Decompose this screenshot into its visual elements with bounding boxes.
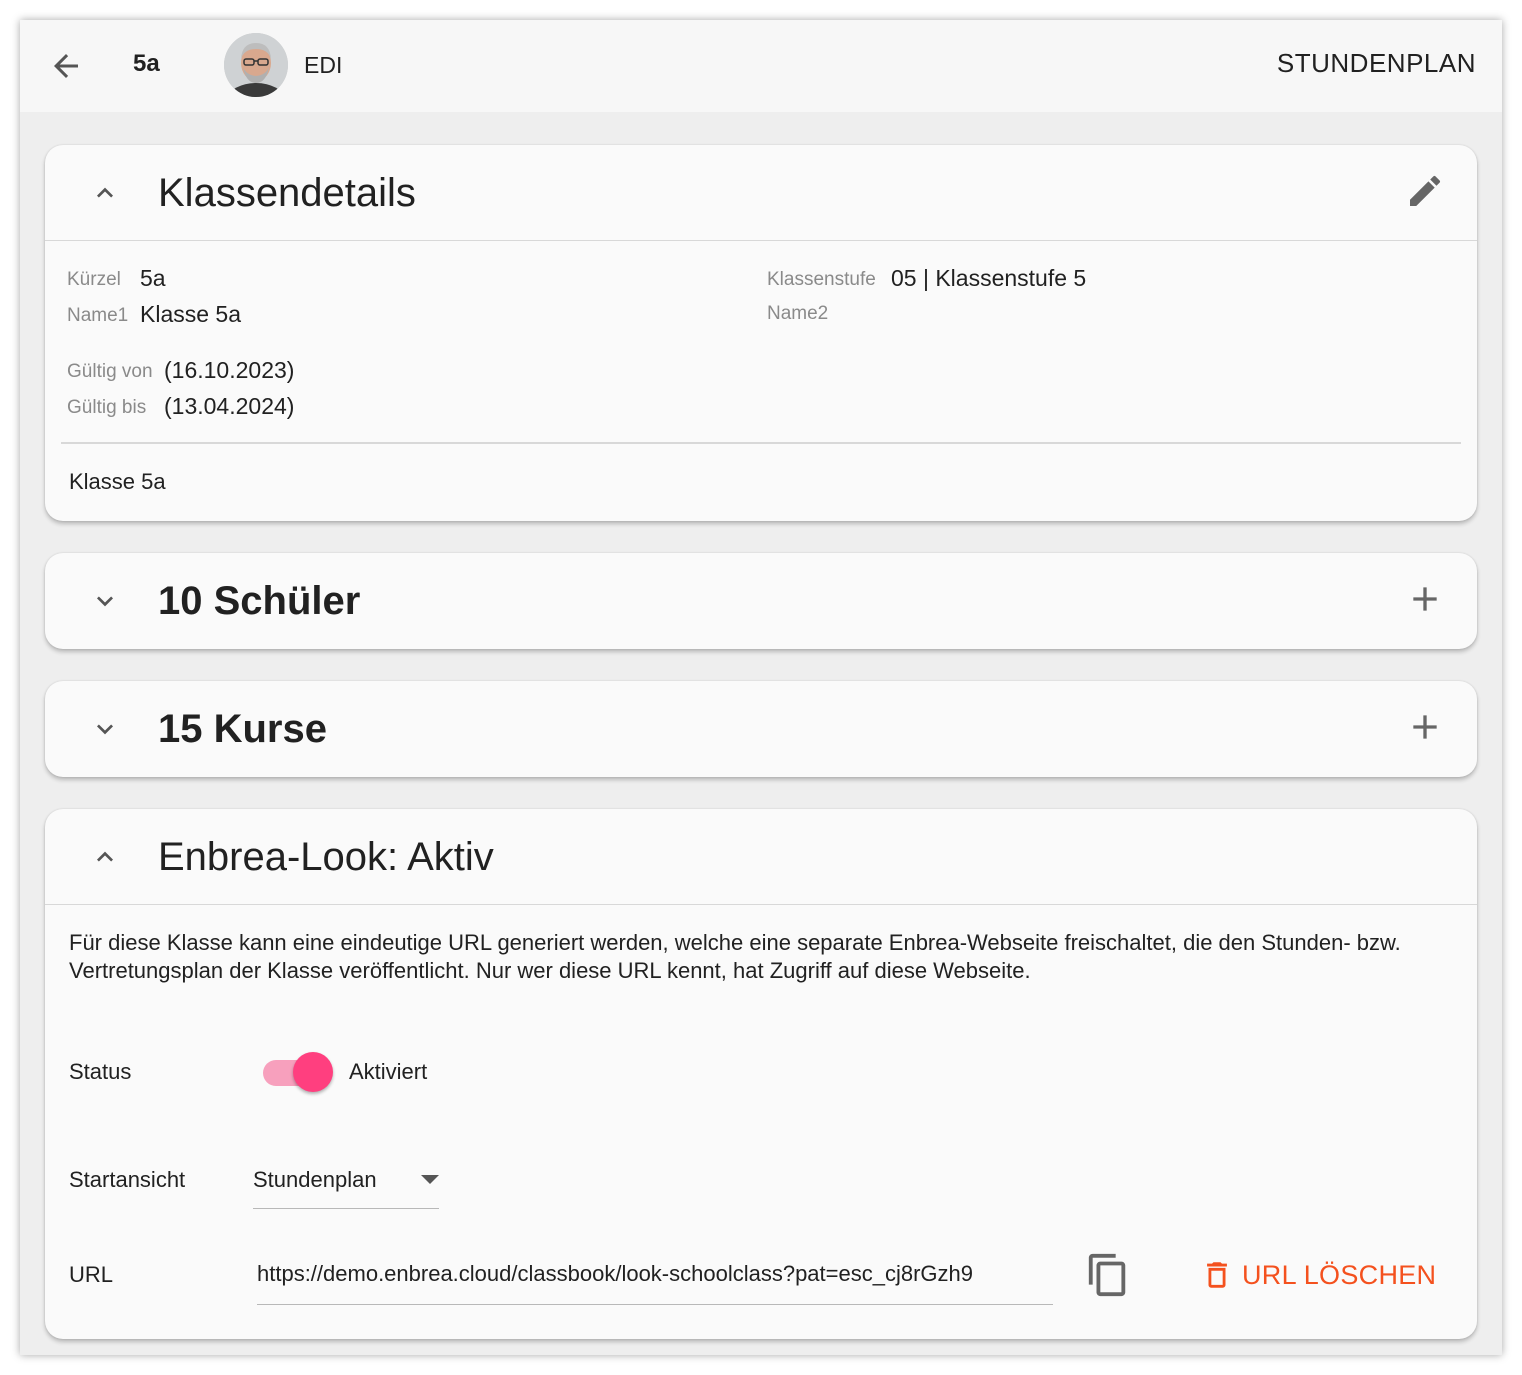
schueler-card: 10 Schüler bbox=[45, 553, 1477, 649]
klassendetails-card: Klassendetails Kürzel 5a Name1 Klasse 5a… bbox=[45, 145, 1477, 521]
url-field[interactable]: https://demo.enbrea.cloud/classbook/look… bbox=[257, 1247, 1053, 1305]
collapse-button[interactable] bbox=[87, 175, 123, 211]
chevron-down-icon bbox=[97, 724, 113, 735]
enbrea-look-card: Enbrea-Look: Aktiv Für diese Klasse kann… bbox=[45, 809, 1477, 1339]
class-short-title: 5a bbox=[133, 50, 160, 77]
status-toggle[interactable] bbox=[263, 1052, 335, 1092]
expand-schueler-button[interactable] bbox=[87, 583, 123, 619]
trash-icon bbox=[1207, 1262, 1227, 1288]
back-button[interactable] bbox=[46, 46, 86, 86]
kurse-header[interactable]: 15 Kurse bbox=[45, 681, 1477, 777]
klassenstufe-label: Klassenstufe bbox=[767, 269, 876, 290]
delete-url-button[interactable]: URL LÖSCHEN bbox=[1200, 1253, 1436, 1297]
name1-label: Name1 bbox=[67, 305, 129, 326]
status-value: Aktiviert bbox=[349, 1059, 428, 1084]
delete-url-label: URL LÖSCHEN bbox=[1242, 1259, 1437, 1290]
edit-button[interactable] bbox=[1403, 169, 1447, 213]
klassenstufe-value: 05 | Klassenstufe 5 bbox=[891, 265, 1087, 291]
chevron-down-icon bbox=[97, 596, 113, 607]
startansicht-label: Startansicht bbox=[69, 1167, 186, 1192]
copy-icon bbox=[1088, 1253, 1126, 1297]
add-schueler-button[interactable] bbox=[1403, 577, 1447, 621]
stundenplan-button[interactable]: STUNDENPLAN bbox=[1277, 48, 1476, 79]
toggle-thumb bbox=[293, 1052, 333, 1092]
arrow-left-icon bbox=[54, 54, 78, 78]
name2-label: Name2 bbox=[767, 303, 829, 324]
klassendetails-header[interactable]: Klassendetails bbox=[45, 145, 1477, 241]
look-description: Für diese Klasse kann eine eindeutige UR… bbox=[69, 930, 1401, 983]
name1-value: Klasse 5a bbox=[140, 301, 242, 327]
status-label: Status bbox=[69, 1059, 132, 1084]
avatar[interactable] bbox=[224, 33, 288, 97]
enbrea-look-title: Enbrea-Look: Aktiv bbox=[158, 835, 494, 879]
details-divider bbox=[61, 442, 1461, 444]
schueler-title: 10 Schüler bbox=[158, 579, 361, 623]
plus-icon bbox=[1413, 587, 1437, 611]
enbrea-look-header[interactable]: Enbrea-Look: Aktiv bbox=[45, 809, 1477, 905]
kuerzel-value: 5a bbox=[140, 265, 166, 291]
add-kurs-button[interactable] bbox=[1403, 705, 1447, 749]
gueltig-von-value: (16.10.2023) bbox=[164, 357, 295, 383]
url-label: URL bbox=[69, 1262, 114, 1287]
app-bar: 5a EDI STUNDENPLAN bbox=[20, 20, 1502, 112]
schueler-header[interactable]: 10 Schüler bbox=[45, 553, 1477, 649]
plus-icon bbox=[1413, 715, 1437, 739]
pencil-icon bbox=[1410, 175, 1441, 206]
collapse-look-button[interactable] bbox=[87, 839, 123, 875]
startansicht-value: Stundenplan bbox=[253, 1167, 377, 1192]
gueltig-von-label: Gültig von bbox=[67, 361, 153, 382]
app-window: 5a EDI STUNDENPLAN Klassendetails Kürzel… bbox=[20, 20, 1502, 1355]
kurse-title: 15 Kurse bbox=[158, 707, 327, 751]
expand-kurse-button[interactable] bbox=[87, 711, 123, 747]
chevron-up-icon bbox=[97, 851, 113, 862]
klassendetails-title: Klassendetails bbox=[158, 171, 416, 215]
gueltig-bis-label: Gültig bis bbox=[67, 397, 147, 418]
user-name: EDI bbox=[304, 52, 343, 78]
copy-url-button[interactable] bbox=[1083, 1249, 1133, 1301]
class-description: Klasse 5a bbox=[69, 469, 166, 494]
startansicht-select[interactable]: Stundenplan bbox=[253, 1151, 439, 1209]
gueltig-bis-value: (13.04.2024) bbox=[164, 393, 295, 419]
kuerzel-label: Kürzel bbox=[67, 269, 121, 290]
user-portrait-icon bbox=[224, 33, 288, 97]
chevron-up-icon bbox=[97, 187, 113, 198]
kurse-card: 15 Kurse bbox=[45, 681, 1477, 777]
dropdown-arrow-icon bbox=[421, 1175, 439, 1184]
url-value: https://demo.enbrea.cloud/classbook/look… bbox=[257, 1261, 974, 1286]
